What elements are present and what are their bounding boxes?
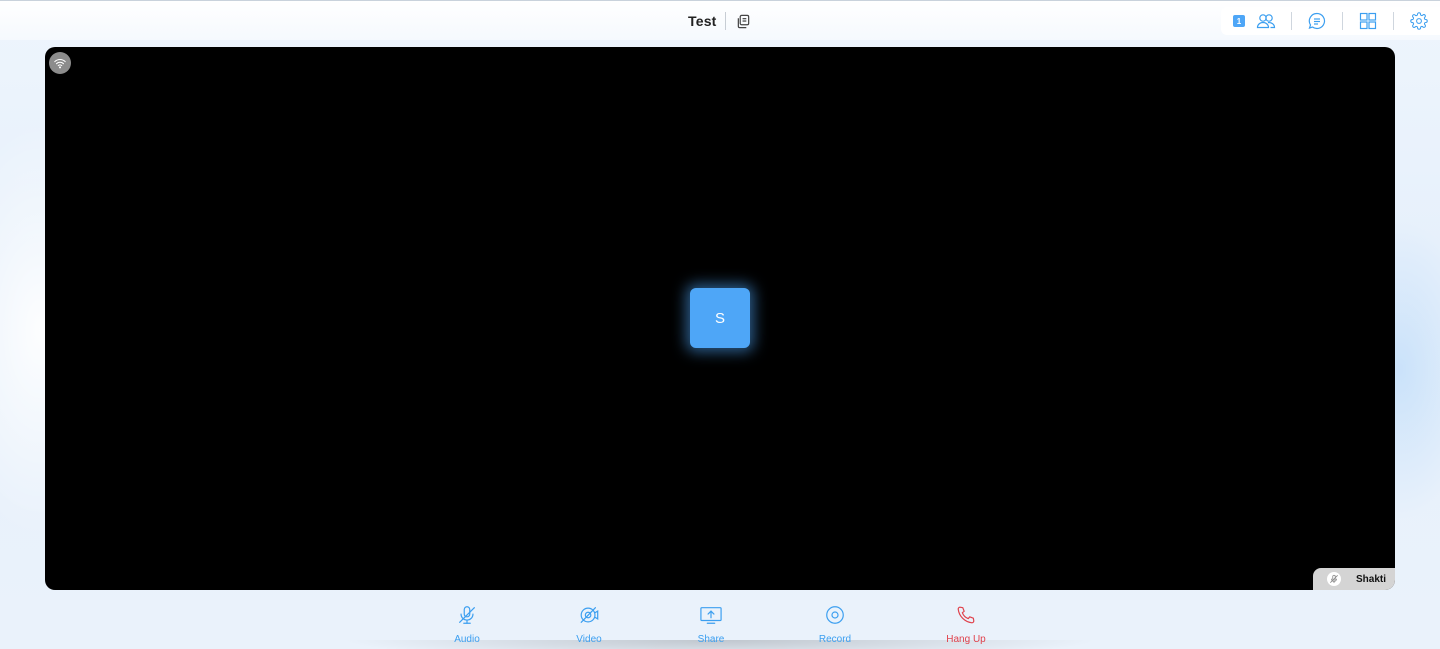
participant-name: Shakti [1356, 573, 1387, 585]
network-status-icon [49, 52, 71, 74]
audio-label: Audio [454, 634, 480, 645]
mic-off-icon [427, 602, 507, 628]
top-bar: Test 1 [0, 0, 1440, 40]
chat-icon[interactable] [1306, 10, 1328, 32]
copy-icon[interactable] [736, 13, 752, 29]
toolbar-divider [1291, 12, 1292, 30]
participants-icon[interactable] [1255, 10, 1277, 32]
toolbar-divider [1393, 12, 1394, 30]
share-button[interactable]: Share [671, 602, 751, 645]
share-label: Share [697, 634, 725, 645]
title-group: Test [688, 10, 752, 32]
settings-gear-icon[interactable] [1408, 10, 1430, 32]
call-controls-toolbar: Audio Video Share Record Hang Up [0, 600, 1440, 649]
meeting-title: Test [688, 13, 717, 29]
participant-avatar: S [690, 288, 750, 348]
video-label: Video [576, 634, 602, 645]
phone-hangup-icon [926, 602, 1006, 628]
record-button[interactable]: Record [795, 602, 875, 645]
title-divider [724, 12, 726, 30]
hang-up-button[interactable]: Hang Up [926, 602, 1006, 645]
hang-up-label: Hang Up [946, 634, 986, 645]
record-label: Record [818, 634, 852, 645]
record-icon [795, 602, 875, 628]
video-button[interactable]: Video [549, 602, 629, 645]
toolbar-divider [1342, 12, 1343, 30]
share-screen-icon [671, 602, 751, 628]
mic-muted-icon [1327, 572, 1341, 586]
participant-name-tag: Shakti [1313, 568, 1395, 590]
video-stage: S Shakti [45, 47, 1395, 590]
top-right-controls: 1 [1221, 7, 1440, 35]
participant-count-badge: 1 [1233, 15, 1245, 27]
audio-button[interactable]: Audio [427, 602, 507, 645]
grid-layout-icon[interactable] [1357, 10, 1379, 32]
video-off-icon [549, 602, 629, 628]
